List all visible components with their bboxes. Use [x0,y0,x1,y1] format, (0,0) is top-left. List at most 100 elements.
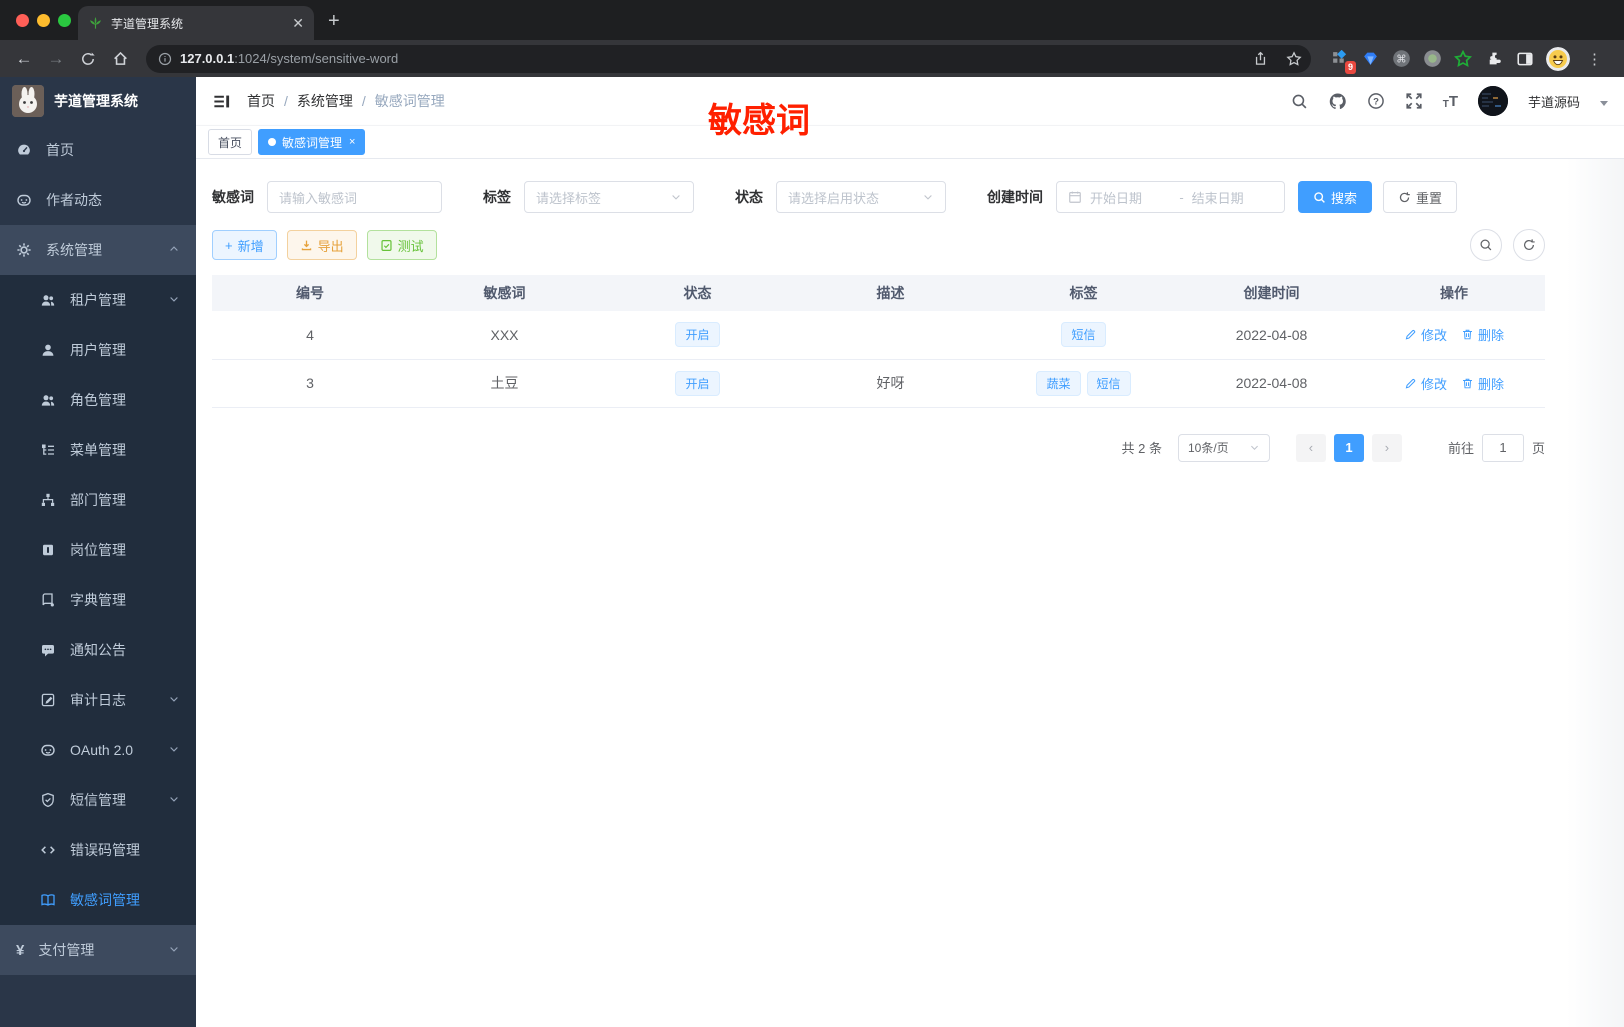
sidebar-item-home[interactable]: 首页 [0,125,196,175]
word-filter-input[interactable]: 请输入敏感词 [267,181,442,213]
sidebar-item-sms-mgmt[interactable]: 短信管理 [0,775,196,825]
edit-link[interactable]: 修改 [1404,374,1447,393]
maximize-window-button[interactable] [58,14,71,27]
tab-close-icon[interactable]: ✕ [292,15,304,32]
search-icon[interactable] [1291,93,1308,110]
github-icon[interactable] [1328,92,1347,111]
sidebar-item-post-mgmt[interactable]: 岗位管理 [0,525,196,575]
share-icon[interactable] [1247,46,1273,72]
add-button[interactable]: + 新增 [212,230,277,260]
date-range-picker[interactable]: 开始日期 - 结束日期 [1056,181,1285,213]
user-avatar[interactable] [1477,86,1508,116]
cell-created: 2022-04-08 [1180,359,1363,408]
prev-page-button[interactable]: ‹ [1295,433,1326,462]
view-tag-敏感词管理[interactable]: 敏感词管理 × [258,129,366,155]
sidebar-item-tenant-mgmt[interactable]: 租户管理 [0,275,196,325]
sidebar-item-dept-mgmt[interactable]: 部门管理 [0,475,196,525]
back-icon[interactable]: ← [10,45,38,73]
help-icon[interactable]: ? [1367,92,1385,110]
sidebar-item-label: 字典管理 [70,592,126,608]
sidebar-item-label: OAuth 2.0 [70,742,134,758]
view-tag-首页[interactable]: 首页 [208,129,253,155]
cell-desc: 好呀 [794,359,987,408]
sidebar-item-author-feed[interactable]: 作者动态 [0,175,196,225]
tag-filter-select[interactable]: 请选择标签 [524,181,694,213]
page-size-select[interactable]: 10条/页 [1177,433,1270,462]
cell-tags: 蔬菜 短信 [987,359,1180,408]
delete-link[interactable]: 删除 [1461,374,1504,393]
cell-ops: 修改 删除 [1363,359,1545,408]
side-panel-icon[interactable] [1515,49,1535,69]
sidebar-item-audit-log[interactable]: 审计日志 [0,675,196,725]
tree-icon [40,442,56,458]
fullscreen-icon[interactable] [1405,92,1423,110]
refresh-table-button[interactable] [1513,229,1545,261]
sidebar-item-notice-mgmt[interactable]: 通知公告 [0,625,196,675]
forward-icon[interactable]: → [42,45,70,73]
collapse-sidebar-icon[interactable] [212,92,231,111]
puzzle-icon[interactable] [1484,49,1504,69]
sidebar-menu: 首页 作者动态 系统管理 租户管理 用户管理 角色管理 菜单管理 部门管理岗位管理字典管理通知… [0,125,196,1027]
grid-extension-icon[interactable]: 9 [1329,49,1356,74]
info-icon[interactable] [158,52,172,66]
home-icon[interactable] [106,45,134,73]
reset-button[interactable]: 重置 [1383,181,1458,213]
emoji-profile-icon[interactable] [1546,46,1570,71]
sidebar-item-menu-mgmt[interactable]: 菜单管理 [0,425,196,475]
chevron-down-icon [168,792,180,808]
table-toolbar: + 新增 导出 测试 [212,229,1545,261]
new-tab-button[interactable]: + [328,10,340,33]
sidebar-item-sensitive-word-mgmt[interactable]: 敏感词管理 [0,875,196,925]
browser-tab[interactable]: 芋道管理系统 ✕ [78,6,314,40]
url-bar[interactable]: 127.0.0.1:1024/system/sensitive-word [146,44,1311,73]
chevron-down-icon [1249,442,1260,453]
bookmark-star-icon[interactable] [1281,46,1307,72]
cmd-extension-icon[interactable]: ⌘ [1391,49,1411,69]
sidebar-item-label: 通知公告 [70,642,126,658]
sidebar-item-pay-mgmt[interactable]: ¥ 支付管理 [0,925,196,975]
chevron-down-icon [168,692,180,708]
chevron-down-icon [168,942,180,958]
breadcrumb-item[interactable]: 首页 [247,91,275,111]
sidebar-item-oauth2[interactable]: OAuth 2.0 [0,725,196,775]
sidebar-item-error-code-mgmt[interactable]: 错误码管理 [0,825,196,875]
kebab-menu-icon[interactable]: ⋮ [1581,50,1608,68]
chevron-down-icon [168,742,180,758]
svg-text:?: ? [1373,96,1379,107]
app-logo[interactable]: 芋道管理系统 [0,77,196,125]
font-size-icon[interactable]: TT [1443,93,1458,110]
window-controls[interactable] [16,14,71,27]
status-filter-select[interactable]: 请选择启用状态 [776,181,946,213]
sidebar-item-role-mgmt[interactable]: 角色管理 [0,375,196,425]
close-icon[interactable]: × [349,136,355,148]
gem-extension-icon[interactable] [1360,49,1380,69]
end-date-placeholder: 结束日期 [1191,190,1244,206]
close-window-button[interactable] [16,14,29,27]
cell-status: 开启 [601,359,794,408]
delete-link[interactable]: 删除 [1461,325,1504,344]
sidebar-item-dict-mgmt[interactable]: 字典管理 [0,575,196,625]
test-button[interactable]: 测试 [366,230,437,260]
page-1-button[interactable]: 1 [1333,433,1364,462]
search-button[interactable]: 搜索 [1298,181,1373,213]
dashboard-icon [16,142,32,158]
chevron-up-icon [168,242,180,258]
next-page-button[interactable]: › [1371,433,1402,462]
sidebar-item-system-mgmt[interactable]: 系统管理 [0,225,196,275]
edit-link[interactable]: 修改 [1404,325,1447,344]
goto-page-input[interactable] [1481,433,1524,462]
filter-form: 敏感词 请输入敏感词 标签 请选择标签 状态 请选择启用状态 创建时间 开始日期… [212,181,1545,213]
minimize-window-button[interactable] [37,14,50,27]
breadcrumb-item[interactable]: 系统管理 [297,91,353,111]
download-icon [300,239,313,252]
breadcrumb-separator: / [284,93,288,109]
record-extension-icon[interactable] [1422,49,1442,69]
export-button[interactable]: 导出 [286,230,357,260]
sidebar-item-label: 岗位管理 [70,542,126,558]
green-star-extension-icon[interactable] [1453,49,1473,69]
reload-icon[interactable] [74,45,102,73]
sidebar-item-user-mgmt[interactable]: 用户管理 [0,325,196,375]
chevron-down-icon[interactable] [1600,100,1608,106]
username: 芋道源码 [1527,94,1580,110]
show-search-button[interactable] [1470,229,1502,261]
